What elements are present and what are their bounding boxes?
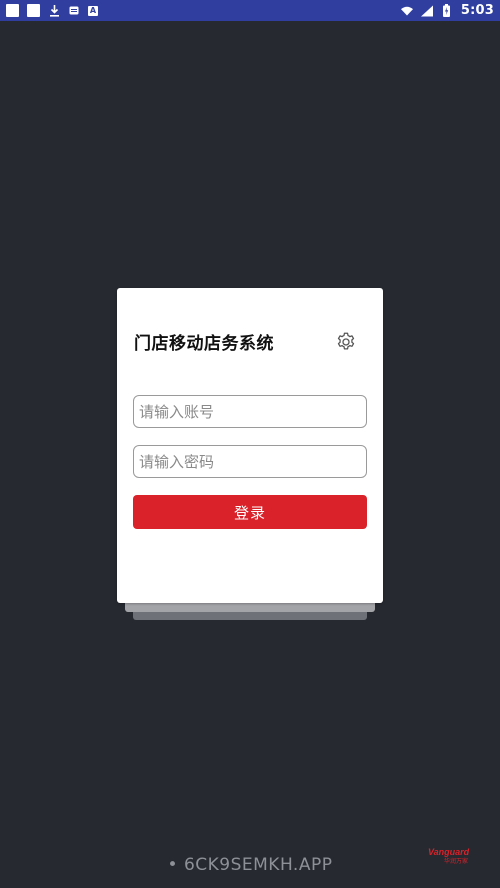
notification-square-icon [27, 4, 40, 17]
status-bar: A 5:03 [0, 0, 500, 21]
gear-icon [337, 332, 355, 350]
notification-square-icon [6, 4, 19, 17]
login-card: 门店移动店务系统 登录 [117, 288, 383, 603]
brand-subtitle: 华润万家 [444, 858, 469, 865]
settings-button[interactable] [333, 329, 359, 355]
status-bar-right: 5:03 [400, 3, 494, 18]
app-title: 门店移动店务系统 [134, 334, 274, 354]
login-button[interactable]: 登录 [133, 495, 367, 529]
a-badge-icon: A [88, 5, 98, 16]
sd-card-icon [68, 5, 80, 17]
password-input[interactable] [133, 445, 367, 478]
brand-name: Vanguard [428, 847, 470, 857]
clock-time: 5:03 [460, 3, 494, 18]
download-icon [48, 4, 60, 17]
wifi-icon [400, 5, 413, 17]
account-input[interactable] [133, 395, 367, 428]
app-code-label: • 6CK9SEMKH.APP [167, 855, 333, 875]
signal-icon [420, 4, 433, 17]
brand-logo: Vanguard 华润万家 [428, 847, 484, 869]
battery-icon [441, 4, 453, 17]
status-bar-left: A [6, 4, 98, 17]
